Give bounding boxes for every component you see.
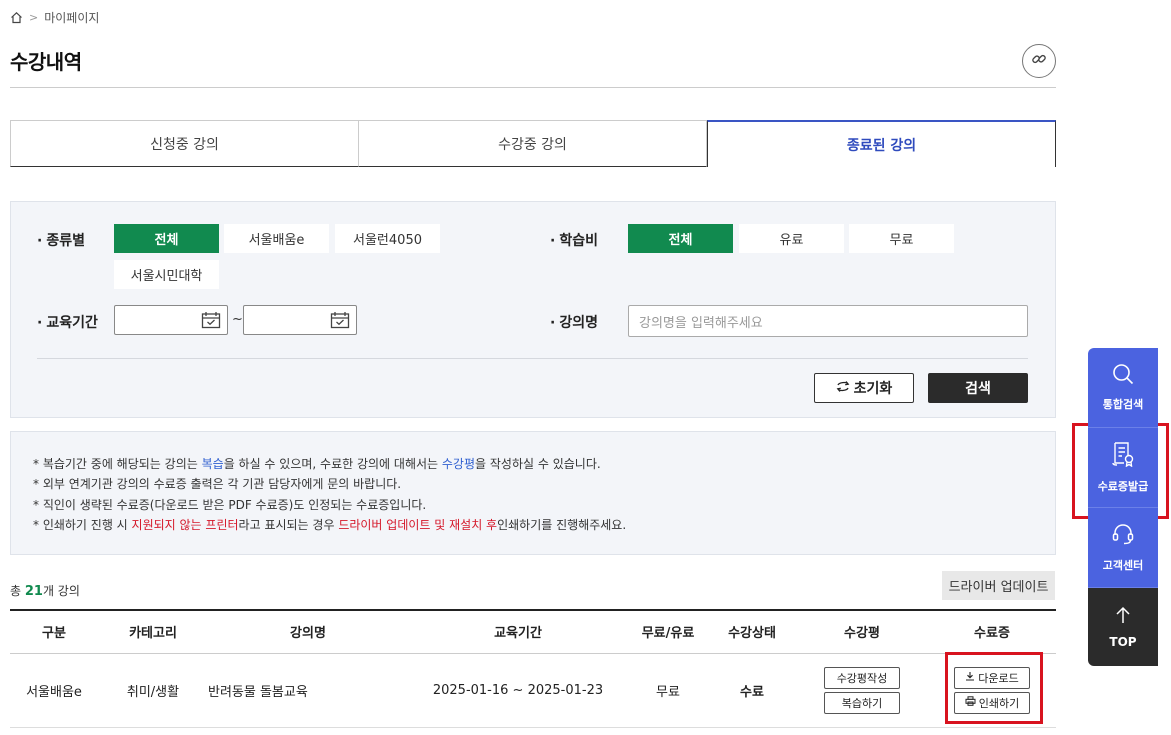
total-number: 21	[24, 584, 43, 599]
home-icon[interactable]	[10, 11, 23, 24]
side-support-label: 고객센터	[1102, 559, 1144, 572]
row-division: 서울배움e	[10, 653, 98, 728]
table-header-row: 구분 카테고리 강의명 교육기간 무료/유료 수강상태 수강평 수료증	[10, 610, 1056, 654]
review-repeat-button[interactable]: 복습하기	[824, 691, 900, 714]
period-end-input[interactable]	[243, 305, 357, 335]
quick-menu: 통합검색 수료증발급 고객센터 TOP	[1088, 348, 1158, 666]
column-header: 수강평	[796, 610, 928, 654]
page-title: 수강내역	[10, 50, 82, 74]
total-prefix: 총	[10, 584, 25, 598]
chevron-right-icon: >	[29, 11, 39, 24]
title-divider	[10, 87, 1056, 88]
refresh-icon	[836, 380, 850, 397]
side-certificate-label: 수료증발급	[1097, 480, 1149, 493]
link-icon	[1031, 51, 1047, 71]
type-option-citizen-univ[interactable]: 서울시민대학	[114, 260, 219, 289]
driver-update-button[interactable]: 드라이버 업데이트	[942, 571, 1055, 600]
row-course-name[interactable]: 반려동물 돌봄교육	[208, 653, 408, 728]
type-option-all[interactable]: 전체	[114, 224, 219, 253]
notice-text: 인쇄하기를 진행해주세요.	[497, 517, 627, 532]
tab-completed[interactable]: 종료된 강의	[707, 120, 1056, 167]
top-label: TOP	[1109, 634, 1137, 649]
notice-text: * 복습기간 중에 해당되는 강의는	[33, 457, 202, 471]
row-status: 수료	[708, 653, 796, 728]
notice-warning-keyword: 드라이버 업데이트 및 재설치 후	[338, 517, 498, 532]
calendar-icon[interactable]	[201, 311, 221, 329]
column-header: 카테고리	[98, 610, 208, 654]
tab-applying[interactable]: 신청중 강의	[10, 120, 359, 167]
course-tabs: 신청중 강의 수강중 강의 종료된 강의	[10, 120, 1056, 167]
arrow-up-icon	[1115, 606, 1131, 627]
notice-text: 을 하실 수 있으며, 수료한 강의에 대해서는	[223, 457, 442, 471]
period-separator: ~	[232, 312, 243, 327]
notice-review-write-keyword: 수강평	[441, 457, 476, 471]
column-header: 구분	[10, 610, 98, 654]
reset-button[interactable]: 초기화	[814, 373, 914, 403]
row-fee: 무료	[628, 653, 708, 728]
column-header: 수료증	[928, 610, 1056, 654]
course-name-input[interactable]: 강의명을 입력해주세요	[628, 305, 1028, 337]
scroll-top-button[interactable]: TOP	[1088, 588, 1158, 666]
fee-option-all[interactable]: 전체	[628, 224, 733, 253]
breadcrumb: > 마이페이지	[10, 9, 99, 26]
reset-label: 초기화	[853, 381, 893, 397]
side-support-button[interactable]: 고객센터	[1088, 508, 1158, 588]
calendar-icon[interactable]	[330, 311, 350, 329]
type-option-baeume[interactable]: 서울배움e	[224, 224, 329, 253]
filter-panel: 종류별 전체 서울배움e 서울런4050 서울시민대학 학습비 전체 유료 무료…	[10, 201, 1056, 418]
fee-option-paid[interactable]: 유료	[739, 224, 844, 253]
total-count: 총 21개 강의	[10, 582, 80, 599]
tab-in-progress[interactable]: 수강중 강의	[359, 120, 707, 167]
notice-box: * 복습기간 중에 해당되는 강의는 복습을 하실 수 있으며, 수료한 강의에…	[10, 431, 1056, 555]
side-search-label: 통합검색	[1102, 398, 1144, 411]
notice-text: 라고 표시되는 경우	[238, 517, 339, 532]
column-header: 수강상태	[708, 610, 796, 654]
total-suffix: 개 강의	[42, 584, 80, 598]
filter-divider	[37, 358, 1028, 359]
notice-line: * 직인이 생략된 수료증(다운로드 받은 PDF 수료증)도 인정되는 수료증…	[33, 497, 427, 512]
notice-line: * 복습기간 중에 해당되는 강의는 복습을 하실 수 있으며, 수료한 강의에…	[33, 454, 1055, 474]
fee-option-free[interactable]: 무료	[849, 224, 954, 253]
side-search-button[interactable]: 통합검색	[1088, 348, 1158, 428]
notice-warning-keyword: 지원되지 않는 프린터	[131, 517, 239, 532]
breadcrumb-current[interactable]: 마이페이지	[44, 9, 99, 26]
certificate-highlight-box	[945, 652, 1043, 724]
fee-filter-label: 학습비	[550, 230, 598, 250]
row-review-actions: 수강평작성 복습하기	[796, 653, 928, 728]
notice-line: * 외부 연계기관 강의의 수료증 출력은 각 기관 담당자에게 문의 바랍니다…	[33, 477, 402, 492]
search-button[interactable]: 검색	[928, 373, 1028, 403]
notice-review-keyword: 복습	[201, 457, 224, 471]
type-filter-label: 종류별	[37, 230, 85, 250]
search-icon	[1112, 363, 1134, 388]
course-table: 구분 카테고리 강의명 교육기간 무료/유료 수강상태 수강평 수료증 서울배움…	[10, 609, 1056, 728]
headset-icon	[1111, 522, 1135, 549]
row-category: 취미/생활	[98, 653, 208, 728]
notice-text: * 인쇄하기 진행 시	[33, 517, 132, 532]
period-filter-label: 교육기간	[37, 312, 98, 332]
write-review-button[interactable]: 수강평작성	[824, 666, 900, 689]
column-header: 무료/유료	[628, 610, 708, 654]
table-row: 서울배움e 취미/생활 반려동물 돌봄교육 2025-01-16 ~ 2025-…	[10, 653, 1056, 728]
type-option-run4050[interactable]: 서울런4050	[335, 224, 440, 253]
column-header: 교육기간	[408, 610, 628, 654]
side-certificate-button[interactable]: 수료증발급	[1088, 428, 1158, 508]
share-link-button[interactable]	[1022, 44, 1056, 78]
notice-text: 을 작성하실 수 있습니다.	[475, 457, 601, 471]
certificate-icon	[1111, 441, 1135, 470]
column-header: 강의명	[208, 610, 408, 654]
period-start-input[interactable]	[114, 305, 228, 335]
notice-line: * 인쇄하기 진행 시 지원되지 않는 프린터라고 표시되는 경우 드라이버 업…	[33, 515, 1055, 535]
course-name-label: 강의명	[550, 312, 598, 332]
row-period: 2025-01-16 ~ 2025-01-23	[408, 653, 628, 728]
